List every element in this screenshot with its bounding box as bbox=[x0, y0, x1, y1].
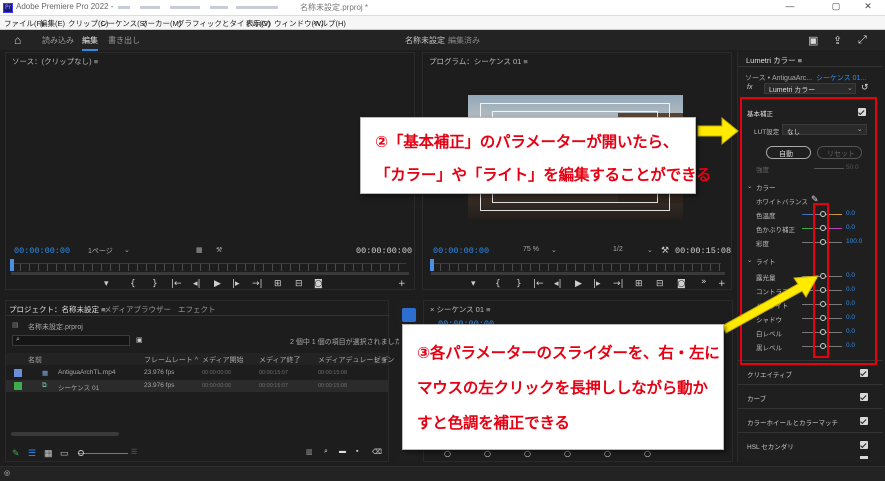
callout-sliders: ③各パラメーターのスライダーを、右・左に マウスの左クリックを長押ししながら動か… bbox=[402, 324, 724, 450]
callout1-line1: ②「基本補正」のパラメーターが開いたら、 bbox=[375, 133, 679, 151]
callout2-line2: マウスの左クリックを長押ししながら動か bbox=[417, 379, 708, 397]
callout1-line2: 「カラー」や「ライト」を編集することができる bbox=[375, 166, 712, 184]
premiere-window: Pr Adobe Premiere Pro 2022 - 名称未設定.prpro… bbox=[0, 0, 885, 481]
callout2-line1: ③各パラメーターのスライダーを、右・左に bbox=[417, 344, 720, 362]
arrow-to-basic-correction bbox=[697, 116, 739, 146]
callout-basic-correction: ②「基本補正」のパラメーターが開いたら、 「カラー」や「ライト」を編集することが… bbox=[360, 117, 711, 194]
callout2-line3: すと色調を補正できる bbox=[417, 414, 570, 432]
arrow-to-sliders bbox=[721, 275, 819, 334]
